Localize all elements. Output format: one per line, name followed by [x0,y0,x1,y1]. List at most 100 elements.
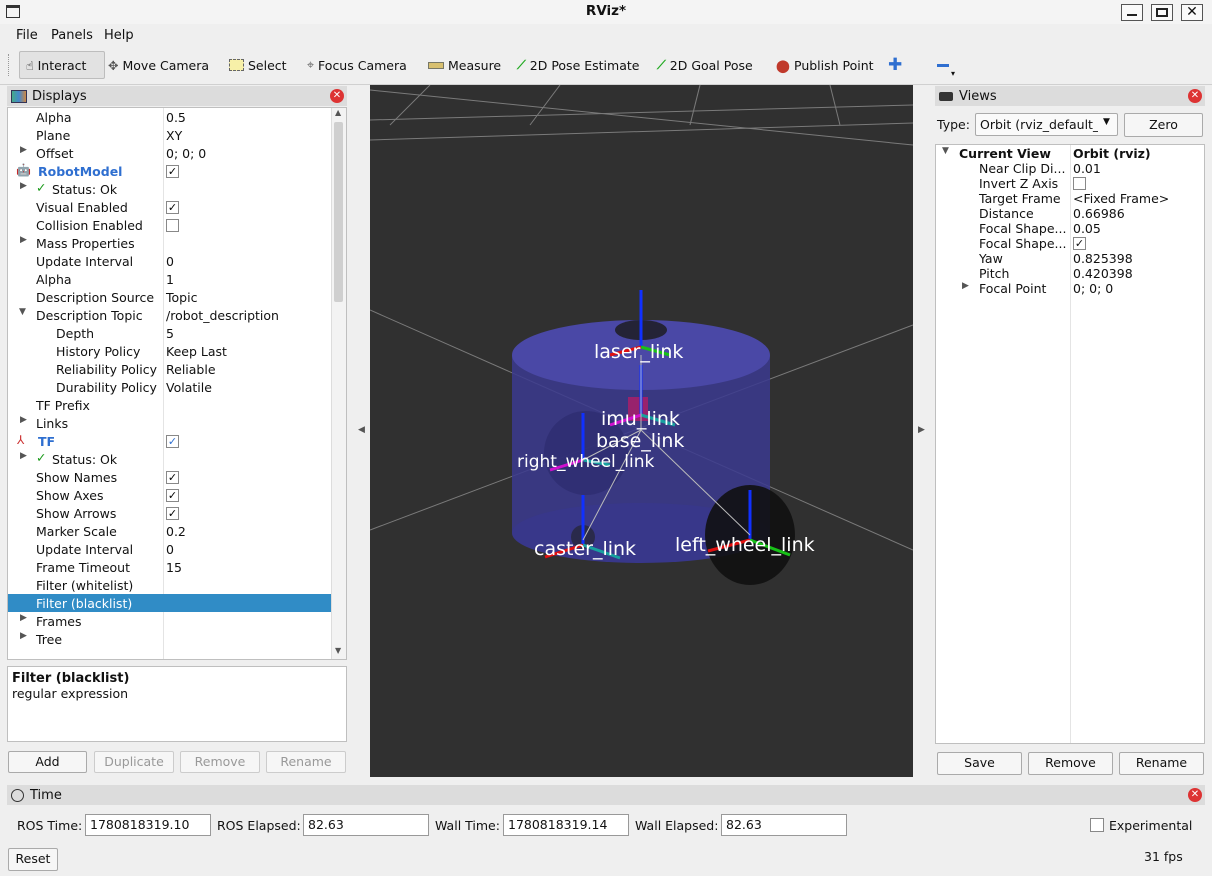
menu-panels[interactable]: Panels [51,28,93,43]
zero-view-button[interactable]: Zero [1124,113,1203,137]
focus-camera-tool-button[interactable]: ⌖ Focus Camera [307,51,407,79]
displays-scrollbar[interactable]: ▲ ▼ [331,108,346,659]
tf-enabled-checkbox[interactable]: ✓ [166,435,179,448]
tree-row-tf[interactable]: ⅄ TF ✓ [8,432,333,450]
experimental-checkbox[interactable] [1090,818,1104,832]
measure-tool-button[interactable]: Measure [428,51,501,79]
ros-time-field[interactable]: 1780818319.10 [85,814,211,836]
expand-arrow-icon[interactable]: ▶ [20,451,27,461]
tree-row[interactable]: Frame Timeout 15 [8,558,333,576]
tree-row[interactable]: Focal Shape... 0.05 [936,221,1204,236]
tree-row[interactable]: ▶ Tree [8,630,333,648]
duplicate-display-button[interactable]: Duplicate [94,751,174,773]
tree-row[interactable]: ▶ Frames [8,612,333,630]
expand-arrow-icon[interactable]: ▶ [20,235,27,245]
expand-arrow-icon[interactable]: ▶ [20,631,27,641]
tree-row[interactable]: Pitch 0.420398 [936,266,1204,281]
tree-row[interactable]: Target Frame <Fixed Frame> [936,191,1204,206]
scrollbar-thumb[interactable] [334,122,343,302]
tree-row[interactable]: ▶ Links [8,414,333,432]
add-display-button[interactable]: Add [8,751,87,773]
tree-row[interactable]: Update Interval 0 [8,252,333,270]
add-tool-button[interactable]: ✚ [888,51,902,79]
tree-row[interactable]: Reliability Policy Reliable [8,360,333,378]
expand-arrow-icon[interactable]: ▶ [20,181,27,191]
tree-row[interactable]: ▼ Description Topic/robot_description [8,306,333,324]
minimize-button[interactable] [1121,4,1143,21]
close-views-panel-icon[interactable]: ✕ [1188,89,1202,103]
tree-row[interactable]: Visual Enabled ✓ [8,198,333,216]
collapse-arrow-icon[interactable]: ▼ [19,307,26,317]
tree-row[interactable]: Show Names ✓ [8,468,333,486]
goal-pose-tool-button[interactable]: ⟋ 2D Goal Pose [657,51,753,79]
remove-display-button[interactable]: Remove [180,751,260,773]
tree-row[interactable]: ▶ Focal Point 0; 0; 0 [936,281,1204,296]
visual-enabled-checkbox[interactable]: ✓ [166,201,179,214]
expand-arrow-icon[interactable]: ▶ [20,415,27,425]
expand-arrow-icon[interactable]: ▶ [20,145,27,155]
tree-row[interactable]: Description Source Topic [8,288,333,306]
tree-row[interactable]: Depth 5 [8,324,333,342]
scroll-up-icon[interactable]: ▲ [335,108,341,117]
tree-row-current-view[interactable]: ▼ Current View Orbit (rviz) [936,146,1204,161]
scroll-down-icon[interactable]: ▼ [335,646,341,655]
tree-row[interactable]: ▶ ✓ Status: Ok [8,180,333,198]
tree-row-selected[interactable]: Filter (blacklist) [8,594,333,612]
tree-row[interactable]: Invert Z Axis [936,176,1204,191]
expand-arrow-icon[interactable]: ▶ [20,613,27,623]
move-camera-tool-button[interactable]: ✥ Move Camera [108,51,209,79]
tree-row[interactable]: Focal Shape... ✓ [936,236,1204,251]
expand-arrow-icon[interactable]: ▶ [962,281,969,291]
wall-time-field[interactable]: 1780818319.14 [503,814,629,836]
interact-tool-button[interactable]: ☝ Interact [19,51,105,79]
reset-button[interactable]: Reset [8,848,58,871]
tree-row[interactable]: Yaw 0.825398 [936,251,1204,266]
remove-tool-button[interactable]: ▾ [937,51,955,79]
tree-row[interactable]: Show Arrows ✓ [8,504,333,522]
show-arrows-checkbox[interactable]: ✓ [166,507,179,520]
select-tool-button[interactable]: Select [229,51,287,79]
menu-file[interactable]: File [16,28,38,43]
publish-point-tool-button[interactable]: ⬤ Publish Point [776,51,874,79]
tree-row[interactable]: Alpha 0.5 [8,108,333,126]
tree-row[interactable]: TF Prefix [8,396,333,414]
pose-estimate-tool-button[interactable]: ⟋ 2D Pose Estimate [517,51,639,79]
tree-row[interactable]: Filter (whitelist) [8,576,333,594]
show-axes-checkbox[interactable]: ✓ [166,489,179,502]
tree-row[interactable]: Durability Policy Volatile [8,378,333,396]
collision-enabled-checkbox[interactable] [166,219,179,232]
view-type-select[interactable]: Orbit (rviz_default_p ▼ [975,113,1118,136]
maximize-button[interactable] [1151,4,1173,21]
tree-row[interactable]: History Policy Keep Last [8,342,333,360]
focal-shape-checkbox[interactable]: ✓ [1073,237,1086,250]
collapse-right-arrow-icon[interactable]: ▶ [918,425,925,435]
tree-row[interactable]: Collision Enabled [8,216,333,234]
close-window-button[interactable]: ✕ [1181,4,1203,21]
save-view-button[interactable]: Save [937,752,1022,775]
tree-row[interactable]: ▶ Offset 0; 0; 0 [8,144,333,162]
remove-view-button[interactable]: Remove [1028,752,1113,775]
displays-tree[interactable]: Alpha 0.5 Plane XY ▶ Offset 0; 0; 0 🤖 RobotMo… [7,107,347,660]
tree-row[interactable]: Alpha 1 [8,270,333,288]
show-names-checkbox[interactable]: ✓ [166,471,179,484]
tree-row[interactable]: Plane XY [8,126,333,144]
tree-row[interactable]: Update Interval 0 [8,540,333,558]
tree-row-robotmodel[interactable]: 🤖 RobotModel ✓ [8,162,333,180]
rename-display-button[interactable]: Rename [266,751,346,773]
wall-elapsed-field[interactable]: 82.63 [721,814,847,836]
ros-elapsed-field[interactable]: 82.63 [303,814,429,836]
close-displays-panel-icon[interactable]: ✕ [330,89,344,103]
tree-row[interactable]: Show Axes ✓ [8,486,333,504]
collapse-arrow-icon[interactable]: ▼ [942,146,949,156]
tree-row[interactable]: Near Clip Di... 0.01 [936,161,1204,176]
rename-view-button[interactable]: Rename [1119,752,1204,775]
tree-row[interactable]: ▶ ✓ Status: Ok [8,450,333,468]
close-time-panel-icon[interactable]: ✕ [1188,788,1202,802]
tree-row[interactable]: Distance 0.66986 [936,206,1204,221]
robotmodel-enabled-checkbox[interactable]: ✓ [166,165,179,178]
collapse-left-arrow-icon[interactable]: ◀ [358,425,365,435]
invert-z-checkbox[interactable] [1073,177,1086,190]
tree-row[interactable]: ▶ Mass Properties [8,234,333,252]
views-tree[interactable]: ▼ Current View Orbit (rviz) Near Clip Di… [935,144,1205,744]
tree-row[interactable]: Marker Scale 0.2 [8,522,333,540]
